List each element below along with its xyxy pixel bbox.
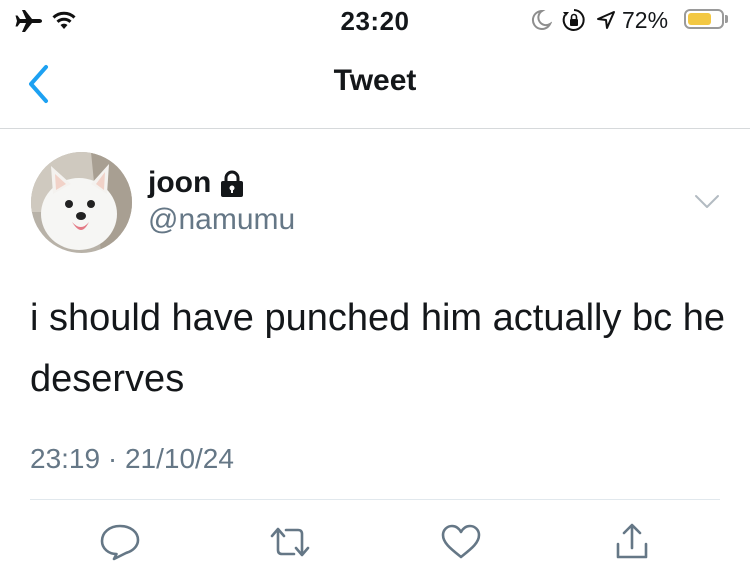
moon-icon — [531, 9, 552, 30]
tweet-timestamp: 23:19 · 21/10/24 — [30, 443, 234, 474]
retweet-icon — [270, 527, 310, 557]
battery-tip — [725, 15, 728, 23]
share-icon — [616, 523, 648, 559]
lock-icon — [221, 170, 243, 197]
battery-level — [688, 13, 711, 25]
comment-icon — [100, 524, 140, 561]
like-button[interactable] — [437, 522, 485, 562]
heart-icon — [441, 524, 481, 559]
page-title: Tweet — [333, 64, 417, 97]
nav-divider — [0, 128, 750, 129]
avatar-image — [31, 152, 132, 253]
share-button[interactable] — [608, 522, 656, 562]
battery-icon — [684, 9, 724, 29]
tweet-menu-button[interactable] — [692, 190, 722, 214]
status-bar: 23:20 72% — [0, 0, 750, 44]
battery-percent: 72% — [622, 7, 669, 33]
tweet-text: i should have punched him actually bc he… — [30, 297, 726, 400]
user-handle[interactable]: @namumu — [148, 203, 295, 237]
chevron-down-icon — [695, 195, 719, 208]
action-divider — [30, 499, 720, 500]
rotation-lock-icon — [562, 9, 585, 31]
avatar[interactable] — [31, 152, 132, 253]
location-icon — [597, 11, 615, 29]
display-name[interactable]: joon — [148, 166, 211, 200]
retweet-button[interactable] — [266, 522, 314, 562]
reply-button[interactable] — [96, 522, 144, 562]
